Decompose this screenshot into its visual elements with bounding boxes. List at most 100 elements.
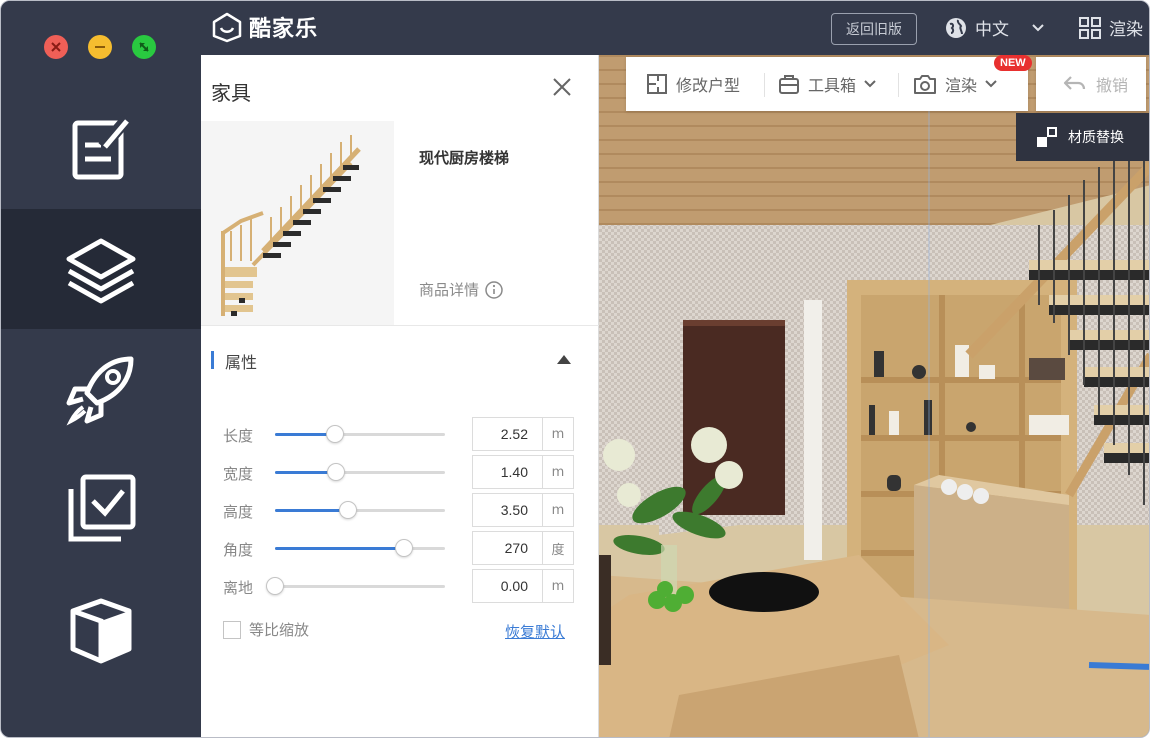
house-logo-icon	[212, 12, 242, 43]
grid-icon	[1079, 16, 1101, 39]
product-card: 现代厨房楼梯 商品详情	[201, 121, 599, 325]
close-icon[interactable]	[548, 73, 576, 101]
cube-icon	[70, 598, 132, 664]
undo-button[interactable]: 撤销	[1036, 57, 1146, 111]
elevation-value[interactable]: 0.00	[473, 570, 543, 602]
minimize-window-icon[interactable]	[88, 35, 112, 59]
row-label: 高度	[223, 503, 254, 521]
rail-item-model[interactable]	[1, 569, 201, 689]
slider-thumb[interactable]	[395, 539, 414, 557]
width-slider[interactable]	[275, 463, 445, 481]
render-label: 渲染	[945, 76, 978, 95]
angle-unit: 度	[551, 542, 565, 558]
length-input[interactable]: 2.52 m	[472, 417, 574, 451]
elevation-unit: m	[551, 578, 565, 594]
row-label: 长度	[223, 427, 254, 445]
floorplan-icon	[647, 74, 667, 94]
slider-thumb[interactable]	[325, 425, 344, 443]
window-controls	[44, 35, 156, 59]
row-label: 离地	[223, 579, 254, 597]
attribute-row-width: 宽度 1.40 m	[201, 455, 599, 489]
furniture-panel: 家具 现代厨房楼梯 商品详情 属性 长度 2.52 m 宽度 1.40 m 高度…	[201, 55, 599, 737]
attributes-section-header[interactable]: 属性	[201, 345, 599, 375]
product-name: 现代厨房楼梯	[419, 149, 510, 167]
length-value[interactable]: 2.52	[473, 418, 543, 450]
elevation-input[interactable]: 0.00 m	[472, 569, 574, 603]
material-swap-button[interactable]: 材质替换	[1016, 113, 1149, 161]
height-value[interactable]: 3.50	[473, 494, 543, 526]
slider-fill	[275, 509, 349, 512]
height-input[interactable]: 3.50 m	[472, 493, 574, 527]
edit-floorplan-label: 修改户型	[676, 76, 741, 95]
toolbox-icon	[779, 75, 799, 94]
globe-icon	[946, 17, 966, 38]
render-button[interactable]: 渲染	[913, 72, 997, 96]
length-slider[interactable]	[275, 425, 445, 443]
language-label: 中文	[975, 20, 1009, 40]
product-detail-link[interactable]: 商品详情	[419, 279, 503, 300]
left-rail	[1, 1, 201, 737]
rail-item-layers[interactable]	[1, 209, 201, 329]
row-label: 宽度	[223, 465, 254, 483]
back-to-old-version-button[interactable]: 返回旧版	[831, 13, 917, 45]
divider	[201, 325, 599, 326]
chevron-down-icon	[1032, 23, 1044, 31]
length-unit: m	[551, 426, 565, 442]
toolbox-label: 工具箱	[808, 76, 857, 95]
width-value[interactable]: 1.40	[473, 456, 543, 488]
height-unit: m	[551, 502, 565, 518]
product-detail-label: 商品详情	[419, 281, 480, 299]
top-bar: 酷家乐 返回旧版 中文 渲染	[201, 1, 1149, 55]
edit-floorplan-button[interactable]: 修改户型	[646, 72, 740, 96]
language-selector[interactable]: 中文	[945, 15, 1045, 40]
angle-input[interactable]: 270 度	[472, 531, 574, 565]
width-input[interactable]: 1.40 m	[472, 455, 574, 489]
new-badge: NEW	[994, 55, 1032, 71]
panel-header: 家具	[201, 55, 598, 121]
brand-name: 酷家乐	[249, 17, 319, 42]
proportional-scale-option[interactable]: 等比缩放	[223, 619, 309, 640]
attribute-row-height: 高度 3.50 m	[201, 493, 599, 527]
3d-viewport[interactable]: 修改户型 工具箱 渲染 NEW 撤销 材质替换	[599, 55, 1149, 737]
maximize-window-icon[interactable]	[132, 35, 156, 59]
rail-item-edit[interactable]	[1, 89, 201, 209]
staircase-image	[201, 121, 394, 325]
chevron-down-icon	[985, 80, 997, 88]
chevron-down-icon	[864, 80, 876, 88]
camera-icon	[914, 75, 936, 94]
viewport-toolbar: 修改户型 工具箱 渲染 NEW	[626, 55, 1032, 111]
rail-item-checklist[interactable]	[1, 449, 201, 569]
rocket-icon	[66, 356, 134, 426]
width-unit: m	[551, 464, 565, 480]
height-slider[interactable]	[275, 501, 445, 519]
material-swatch-icon	[1037, 127, 1057, 147]
checklist-icon	[68, 474, 136, 542]
undo-icon	[1063, 76, 1086, 90]
edit-note-icon	[72, 115, 132, 180]
app-window: 酷家乐 返回旧版 中文 渲染 家具 现代厨房楼梯 商品详情 属性 长度 2.52…	[0, 0, 1150, 738]
section-accent-bar	[211, 351, 214, 369]
toolbox-button[interactable]: 工具箱	[778, 72, 876, 96]
caret-up-icon	[557, 355, 571, 364]
angle-value[interactable]: 270	[473, 532, 543, 564]
panel-title: 家具	[211, 81, 251, 105]
angle-slider[interactable]	[275, 539, 445, 557]
slider-thumb[interactable]	[266, 577, 284, 595]
slider-thumb[interactable]	[339, 501, 358, 519]
proportional-scale-label: 等比缩放	[249, 621, 310, 639]
brand-logo[interactable]: 酷家乐	[211, 11, 318, 43]
elevation-slider[interactable]	[266, 577, 445, 595]
reset-default-link[interactable]: 恢复默认	[505, 621, 565, 642]
slider-fill	[275, 547, 405, 550]
close-window-icon[interactable]	[44, 35, 68, 59]
top-render-button[interactable]: 渲染	[1079, 15, 1143, 40]
material-swap-label: 材质替换	[1068, 130, 1124, 146]
product-thumbnail[interactable]	[201, 121, 394, 325]
proportional-scale-checkbox[interactable]	[223, 620, 241, 639]
attributes-title: 属性	[225, 353, 258, 372]
attribute-row-length: 长度 2.52 m	[201, 417, 599, 451]
slider-thumb[interactable]	[327, 463, 346, 481]
toolbar-divider	[898, 73, 899, 97]
undo-label: 撤销	[1096, 76, 1129, 95]
rail-item-launch[interactable]	[1, 329, 201, 449]
